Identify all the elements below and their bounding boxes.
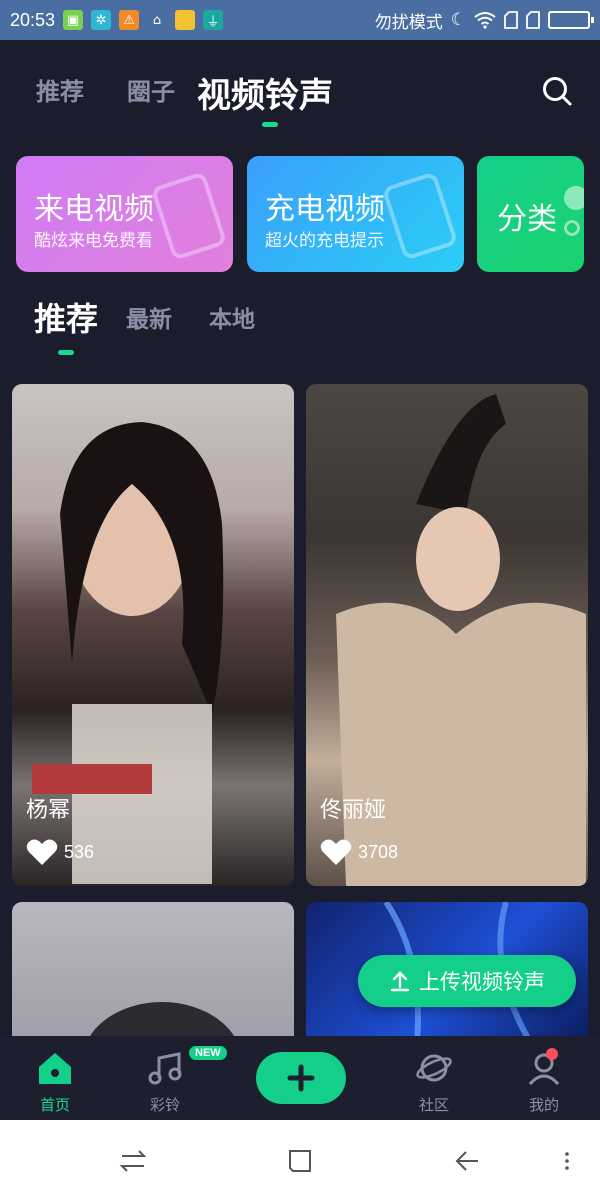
battery-icon [548, 11, 594, 29]
video-thumbnail [83, 1002, 241, 1052]
sync-icon: ✲ [91, 10, 112, 30]
user-icon [528, 1053, 560, 1086]
wifi-icon [474, 12, 496, 29]
banner-subtitle: 超火的充电提示 [265, 231, 384, 251]
status-time: 20:53 [10, 9, 56, 30]
folder-icon [175, 10, 196, 30]
plus-icon [287, 1064, 315, 1092]
tab-video-ringtone[interactable]: 视频铃声 [197, 68, 333, 117]
nav-ringback[interactable]: 彩铃 [125, 1050, 205, 1115]
upload-icon [390, 971, 410, 992]
menu-icon[interactable] [552, 1146, 582, 1176]
back-icon[interactable] [452, 1146, 482, 1176]
search-icon[interactable] [540, 74, 574, 108]
banner-title: 充电视频 [265, 192, 385, 227]
warning-icon: ⚠ [119, 10, 140, 30]
tab-circle[interactable]: 圈子 [127, 72, 175, 107]
banner-charging-video[interactable]: 充电视频 超火的充电提示 [247, 156, 464, 272]
bottom-nav: 首页 彩铃 NEW 社区 我的 [0, 1036, 600, 1120]
banner-subtitle: 酷炫来电免费看 [34, 231, 153, 251]
banner-category[interactable]: 分类 [477, 156, 584, 272]
sub-tabs: 推荐 最新 本地 [0, 290, 600, 360]
new-badge: NEW [189, 1046, 227, 1060]
app-store-icon: ▣ [63, 10, 84, 30]
switch-icon[interactable] [118, 1146, 148, 1176]
nav-label: 社区 [418, 1096, 449, 1114]
like-count[interactable]: 536 [26, 838, 94, 866]
notification-icons: ▣ ✲ ⚠ ⌂ ⏚ [63, 10, 224, 30]
top-nav: 推荐 圈子 视频铃声 [0, 40, 600, 140]
feature-banners: 来电视频 酷炫来电免费看 充电视频 超火的充电提示 分类 [16, 156, 600, 274]
like-count[interactable]: 3708 [320, 838, 398, 866]
home-square-icon[interactable] [285, 1146, 315, 1176]
video-title: 杨幂 [26, 798, 71, 823]
video-card[interactable]: 佟丽娅 3708 [306, 384, 588, 886]
moon-icon: ☾ [450, 10, 466, 30]
banner-title: 分类 [497, 202, 557, 237]
home-icon [39, 1053, 71, 1084]
status-bar: 20:53 ▣ ✲ ⚠ ⌂ ⏚ 勿扰模式 ☾ [0, 0, 600, 40]
sim1-icon [504, 11, 518, 29]
cleaner-icon: ⌂ [152, 12, 162, 28]
heart-icon [320, 839, 352, 865]
like-count-value: 536 [64, 841, 95, 862]
nav-label: 首页 [39, 1096, 70, 1114]
nav-home[interactable]: 首页 [15, 1050, 95, 1115]
video-title: 佟丽娅 [320, 798, 387, 823]
category-deco-icon-2 [564, 220, 580, 236]
heart-icon [26, 839, 58, 865]
video-card[interactable]: 杨幂 536 [12, 384, 294, 886]
add-button[interactable] [256, 1052, 346, 1104]
tab-indicator [262, 122, 278, 127]
notification-dot [546, 1048, 558, 1060]
planet-icon [416, 1054, 452, 1082]
nav-community[interactable]: 社区 [394, 1050, 474, 1115]
nav-label: 我的 [528, 1096, 559, 1114]
subtab-latest[interactable]: 最新 [126, 300, 172, 334]
upload-video-ringtone-button[interactable]: 上传视频铃声 [358, 955, 576, 1007]
battery-deco-icon [381, 171, 459, 261]
banner-title: 来电视频 [34, 192, 154, 227]
nav-profile[interactable]: 我的 [504, 1050, 584, 1115]
video-card[interactable] [12, 902, 294, 1052]
subtab-indicator [58, 350, 74, 355]
system-nav-bar [0, 1120, 600, 1200]
subtab-recommend[interactable]: 推荐 [34, 294, 98, 340]
subtab-local[interactable]: 本地 [209, 300, 255, 334]
like-count-value: 3708 [358, 841, 399, 862]
usb-icon: ⏚ [203, 10, 224, 30]
category-deco-icon [564, 186, 584, 210]
dnd-label: 勿扰模式 [374, 12, 443, 33]
music-note-icon [148, 1052, 182, 1085]
tab-recommend[interactable]: 推荐 [36, 72, 84, 107]
sim2-icon [526, 11, 540, 29]
nav-label: 彩铃 [149, 1096, 180, 1114]
phone-deco-icon [150, 171, 228, 261]
status-right: 勿扰模式 ☾ [374, 8, 594, 33]
banner-incoming-call-video[interactable]: 来电视频 酷炫来电免费看 [16, 156, 233, 272]
upload-button-label: 上传视频铃声 [419, 970, 545, 994]
